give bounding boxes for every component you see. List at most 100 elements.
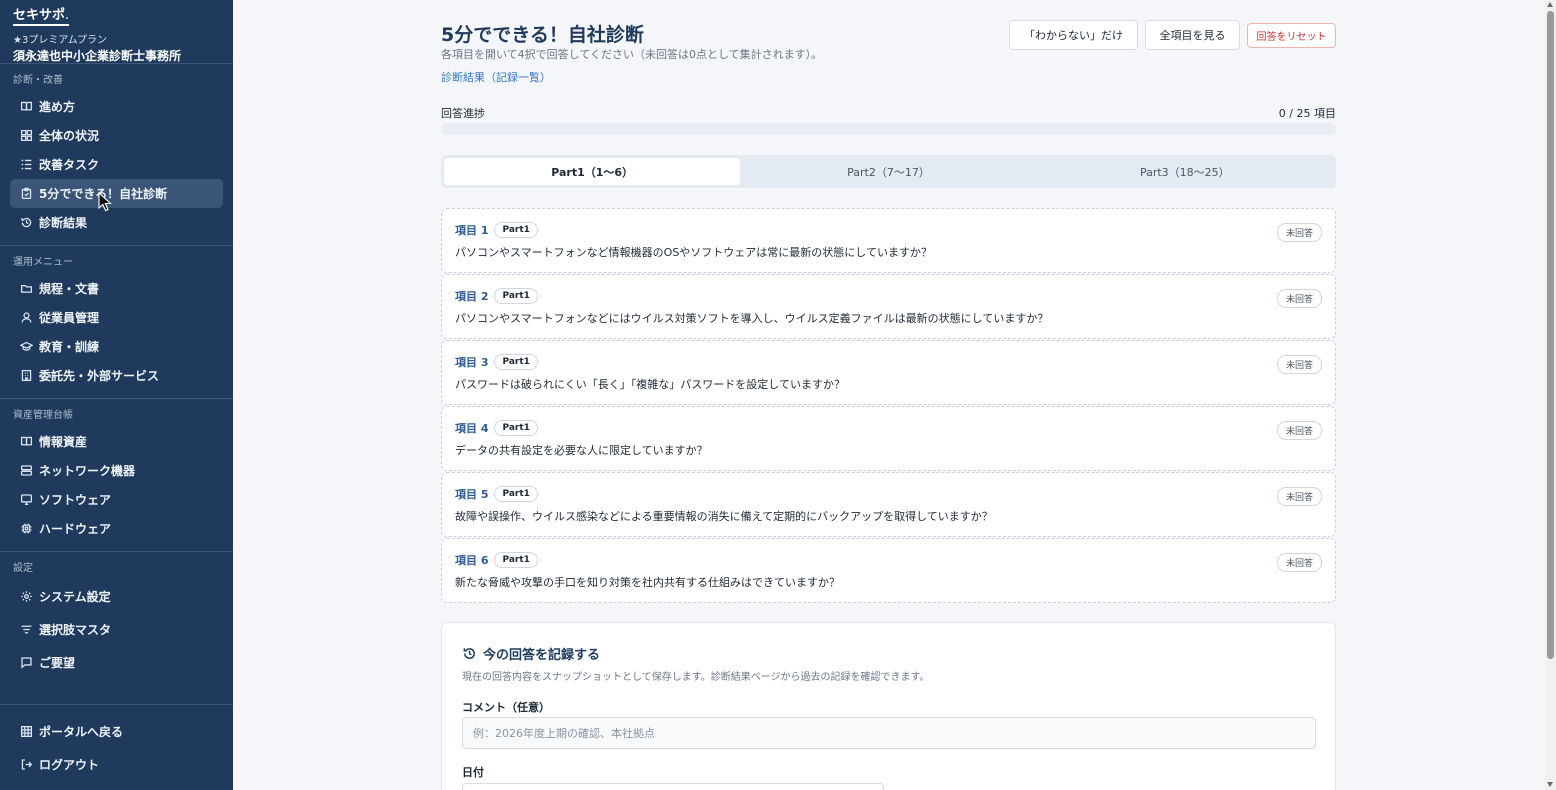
question-item[interactable]: 項目 5 Part1 故障や誤操作、ウイルス感染などによる重要情報の消失に備えて定… bbox=[441, 472, 1336, 537]
book-icon bbox=[19, 100, 33, 114]
question-item[interactable]: 項目 6 Part1 新たな脅威や攻撃の手口を知り対策を社内共有する仕組みはできて… bbox=[441, 538, 1336, 603]
tab-part1[interactable]: Part1（1〜6） bbox=[444, 158, 741, 185]
sidebar-item-system-settings[interactable]: システム設定 bbox=[10, 580, 223, 613]
sidebar-item-overview[interactable]: 全体の状況 bbox=[10, 121, 223, 150]
message-icon bbox=[19, 656, 33, 670]
part-badge: Part1 bbox=[494, 486, 538, 502]
sidebar: セキサポ. ★3プレミアムプラン 須永達也中小企業診断士事務所 診断・改善 進め… bbox=[0, 0, 233, 790]
date-input[interactable] bbox=[462, 783, 884, 790]
nav-section-header: 資産管理台帳 bbox=[13, 410, 73, 421]
item-number: 項目 2 bbox=[455, 290, 489, 303]
sidebar-item-software[interactable]: ソフトウェア bbox=[10, 485, 223, 514]
reset-answers-button[interactable]: 回答をリセット bbox=[1247, 23, 1336, 48]
tab-part3[interactable]: Part3（18〜25） bbox=[1037, 158, 1333, 185]
sidebar-item-hardware[interactable]: ハードウェア bbox=[10, 514, 223, 543]
progress-bar bbox=[441, 123, 1336, 135]
sidebar-item-vendors[interactable]: 委託先・外部サービス bbox=[10, 361, 223, 390]
brand-logo[interactable]: セキサポ. bbox=[13, 8, 70, 26]
folder-icon bbox=[19, 282, 33, 296]
sidebar-item-label: 教育・訓練 bbox=[39, 340, 100, 354]
question-item[interactable]: 項目 3 Part1 パスワードは破られにくい「長く」「複雑な」パスワードを設定し… bbox=[441, 340, 1336, 405]
mouse-cursor-icon bbox=[98, 192, 112, 212]
question-item[interactable]: 項目 2 Part1 パソコンやスマートフォンなどにはウイルス対策ソフトを導入し、… bbox=[441, 274, 1336, 339]
page-subtitle: 各項目を開いて4択で回答してください（未回答は0点として集計されます）。 bbox=[441, 48, 823, 61]
grid-icon bbox=[19, 725, 33, 739]
status-badge: 未回答 bbox=[1276, 487, 1322, 506]
sidebar-item-label: 規程・文書 bbox=[39, 282, 100, 296]
item-number: 項目 5 bbox=[455, 488, 489, 501]
sidebar-item-label: システム設定 bbox=[39, 590, 111, 604]
sidebar-item-results[interactable]: 診断結果 bbox=[10, 208, 223, 237]
part-tabs: Part1（1〜6） Part2（7〜17） Part3（18〜25） bbox=[441, 155, 1336, 188]
sidebar-item-label: 全体の状況 bbox=[39, 129, 100, 143]
unknown-only-button[interactable]: 「わからない」だけ bbox=[1009, 20, 1138, 50]
status-badge: 未回答 bbox=[1276, 355, 1322, 374]
back-to-portal-link[interactable]: ポータルへ戻る bbox=[10, 715, 223, 748]
sidebar-item-training[interactable]: 教育・訓練 bbox=[10, 332, 223, 361]
graduation-cap-icon bbox=[19, 340, 33, 354]
sidebar-item-label: 進め方 bbox=[39, 100, 76, 114]
record-snapshot-card: 今の回答を記録する 現在の回答内容をスナップショットとして保存します。診断結果ペ… bbox=[441, 622, 1336, 790]
history-icon bbox=[463, 648, 475, 659]
sidebar-item-label: ネットワーク機器 bbox=[39, 464, 136, 478]
brand-block: セキサポ. ★3プレミアムプラン 須永達也中小企業診断士事務所 bbox=[0, 0, 233, 64]
server-icon bbox=[19, 464, 33, 478]
sidebar-item-documents[interactable]: 規程・文書 bbox=[10, 274, 223, 303]
results-link[interactable]: 診断結果（記録一覧） bbox=[441, 69, 551, 85]
sidebar-item-employees[interactable]: 従業員管理 bbox=[10, 303, 223, 332]
item-question: パソコンやスマートフォンなどにはウイルス対策ソフトを導入し、ウイルス定義ファイル… bbox=[455, 312, 1049, 325]
part-badge: Part1 bbox=[494, 420, 538, 436]
monitor-icon bbox=[19, 493, 33, 507]
sidebar-item-tasks[interactable]: 改善タスク bbox=[10, 150, 223, 179]
main-content: 5分でできる！自社診断 各項目を開いて4択で回答してください（未回答は0点として… bbox=[233, 0, 1545, 790]
progress-label: 回答進捗 bbox=[441, 107, 485, 120]
item-number: 項目 6 bbox=[455, 554, 489, 567]
sidebar-item-label: ポータルへ戻る bbox=[39, 725, 124, 739]
status-badge: 未回答 bbox=[1276, 553, 1322, 572]
list-icon bbox=[19, 158, 33, 172]
record-description: 現在の回答内容をスナップショットとして保存します。診断結果ページから過去の記録を… bbox=[462, 672, 930, 683]
scrollbar-thumb[interactable] bbox=[1547, 11, 1554, 659]
question-item[interactable]: 項目 1 Part1 パソコンやスマートフォンなど情報機器のOSやソフトウェアは常… bbox=[441, 208, 1336, 273]
nav-section-operations: 運用メニュー 規程・文書 従業員管理 教育・訓練 委託先・外部サービス bbox=[0, 246, 233, 399]
part-badge: Part1 bbox=[494, 552, 538, 568]
sidebar-item-self-diagnosis[interactable]: 5分でできる！自社診断 bbox=[10, 179, 223, 208]
book-icon bbox=[19, 435, 33, 449]
part-badge: Part1 bbox=[494, 354, 538, 370]
show-all-button[interactable]: 全項目を見る bbox=[1145, 20, 1240, 50]
sidebar-item-guide[interactable]: 進め方 bbox=[10, 92, 223, 121]
sidebar-item-option-master[interactable]: 選択肢マスタ bbox=[10, 613, 223, 646]
sidebar-item-network[interactable]: ネットワーク機器 bbox=[10, 456, 223, 485]
tab-part2[interactable]: Part2（7〜17） bbox=[740, 158, 1036, 185]
history-icon bbox=[19, 216, 33, 230]
sidebar-item-label: ログアウト bbox=[39, 758, 100, 772]
user-icon bbox=[19, 311, 33, 325]
question-list: 項目 1 Part1 パソコンやスマートフォンなど情報機器のOSやソフトウェアは常… bbox=[441, 208, 1336, 604]
item-number: 項目 4 bbox=[455, 422, 489, 435]
record-title-text: 今の回答を記録する bbox=[483, 648, 601, 663]
nav-section-diagnosis: 診断・改善 進め方 全体の状況 改善タスク 5分でできる！自社診断 診断結果 bbox=[0, 64, 233, 246]
scroll-up-arrow-icon[interactable] bbox=[1547, 2, 1553, 7]
grid-icon bbox=[19, 129, 33, 143]
item-question: パソコンやスマートフォンなど情報機器のOSやソフトウェアは常に最新の状態にしてい… bbox=[455, 246, 932, 259]
page-scrollbar[interactable] bbox=[1545, 0, 1556, 790]
sidebar-item-label: 委託先・外部サービス bbox=[39, 369, 160, 383]
sidebar-item-label: ソフトウェア bbox=[39, 493, 112, 507]
comment-input[interactable] bbox=[462, 717, 1316, 749]
scroll-down-arrow-icon[interactable] bbox=[1547, 782, 1553, 787]
progress-count: 0 / 25 項目 bbox=[1278, 107, 1336, 120]
organization-name: 須永達也中小企業診断士事務所 bbox=[13, 49, 182, 63]
sidebar-item-info-assets[interactable]: 情報資産 bbox=[10, 427, 223, 456]
status-badge: 未回答 bbox=[1276, 289, 1322, 308]
sidebar-item-label: 診断結果 bbox=[39, 216, 88, 230]
sidebar-item-feedback[interactable]: ご要望 bbox=[10, 646, 223, 679]
sidebar-footer: ポータルへ戻る ログアウト bbox=[0, 704, 233, 790]
item-question: データの共有設定を必要な人に限定していますか？ bbox=[455, 444, 708, 457]
clipboard-icon bbox=[19, 187, 33, 201]
sidebar-item-label: 改善タスク bbox=[39, 158, 100, 172]
gear-icon bbox=[19, 590, 33, 604]
sidebar-item-label: 従業員管理 bbox=[39, 311, 100, 325]
nav-section-assets: 資産管理台帳 情報資産 ネットワーク機器 ソフトウェア ハードウェア bbox=[0, 399, 233, 552]
question-item[interactable]: 項目 4 Part1 データの共有設定を必要な人に限定していますか？ 未回答 bbox=[441, 406, 1336, 471]
logout-link[interactable]: ログアウト bbox=[10, 748, 223, 781]
